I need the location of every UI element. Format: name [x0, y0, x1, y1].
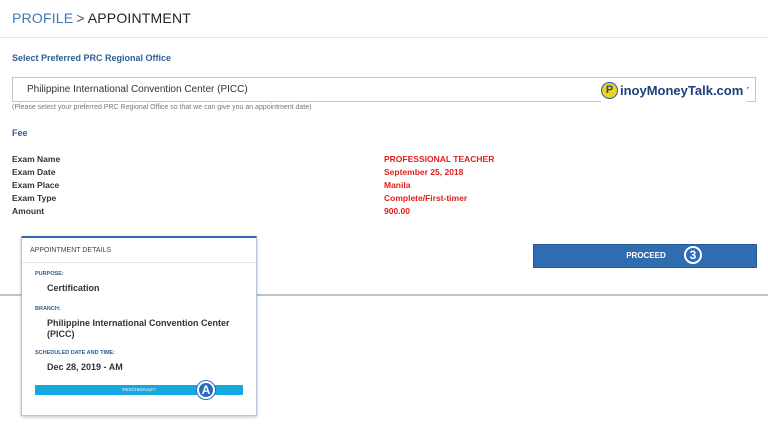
top-bar: PROFILE > APPOINTMENT	[0, 0, 768, 38]
proceed-button-label: PROCEED	[626, 251, 666, 260]
fee-value: Complete/First-timer	[384, 193, 468, 203]
fee-key: Amount	[12, 206, 45, 216]
purpose-value: Certification	[47, 283, 100, 293]
purpose-label: PURPOSE:	[35, 271, 64, 277]
breadcrumb: PROFILE > APPOINTMENT	[12, 10, 191, 26]
fee-value: 900.00	[384, 206, 410, 216]
card-title: APPOINTMENT DETAILS	[30, 247, 112, 254]
watermark-text: inoyMoneyTalk.com	[620, 83, 744, 98]
branch-value: Philippine International Convention Cent…	[47, 318, 230, 339]
fee-row-exam-name: Exam Name PROFESSIONAL TEACHER	[12, 154, 712, 166]
breadcrumb-current: APPOINTMENT	[87, 10, 192, 26]
schedule-value: Dec 28, 2019 - AM	[47, 362, 123, 372]
office-section-label: Select Preferred PRC Regional Office	[12, 53, 172, 63]
fee-key: Exam Place	[12, 180, 60, 190]
fee-key: Exam Name	[12, 154, 61, 164]
fee-row-amount: Amount 900.00	[12, 206, 712, 218]
watermark-logo: P inoyMoneyTalk.com	[601, 80, 747, 102]
fee-row-exam-type: Exam Type Complete/First-timer	[12, 193, 712, 205]
office-hint: (Please select your preferred PRC Region…	[12, 104, 312, 111]
schedule-label: SCHEDULED DATE AND TIME:	[35, 350, 116, 356]
fee-key: Exam Type	[12, 193, 57, 203]
breadcrumb-profile-link[interactable]: PROFILE	[12, 10, 73, 26]
appointment-details-card: APPOINTMENT DETAILS PURPOSE: Certificati…	[21, 236, 257, 416]
fee-value: Manila	[384, 180, 411, 190]
watermark-coin-icon: P	[601, 82, 618, 99]
fee-row-exam-date: Exam Date September 25, 2018	[12, 167, 712, 179]
proceed-button[interactable]: PROCEED	[533, 244, 757, 268]
card-header: APPOINTMENT DETAILS	[22, 238, 256, 263]
fee-value: PROFESSIONAL TEACHER	[384, 154, 495, 164]
fee-value: September 25, 2018	[384, 167, 464, 177]
office-selected-value: Philippine International Convention Cent…	[27, 84, 248, 95]
step-a-badge: A	[197, 381, 215, 399]
fee-key: Exam Date	[12, 167, 56, 177]
branch-label: BRANCH:	[35, 306, 61, 312]
breadcrumb-separator: >	[76, 10, 85, 26]
fee-section-label: Fee	[12, 128, 28, 138]
fee-row-exam-place: Exam Place Manila	[12, 180, 712, 192]
step-3-badge: 3	[684, 246, 702, 264]
